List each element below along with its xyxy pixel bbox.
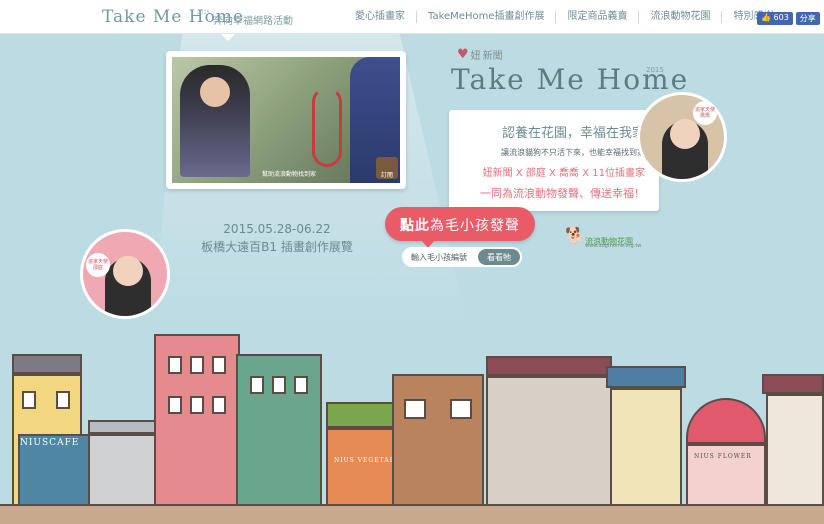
girl-face (200, 77, 230, 107)
site-tagline: 奔向幸福網路活動 (213, 16, 293, 27)
news-brand: ♥ 妞 新聞 (457, 47, 503, 62)
person-face (113, 256, 143, 286)
nav-item-animal-garden[interactable]: 流浪動物花園 (638, 11, 721, 23)
partner-url: www.dogthome.org.tw (585, 243, 642, 249)
video-thumbnail[interactable]: 幫助流浪動物找到家 訂閱 (172, 57, 400, 183)
campaign-info-card: 認養在花園，幸福在我家 讓流浪貓狗不只活下來，也能幸福找到家 妞新聞 X 邵庭 … (449, 110, 659, 211)
exhibit-info: 2015.05.28-06.22 板橋大遠百B1 插畫創作展覽 (192, 220, 362, 256)
subscribe-button[interactable]: 訂閱 (376, 157, 398, 179)
like-count: 603 (773, 13, 789, 22)
heart-icon: ♥ (457, 47, 469, 62)
roof (88, 420, 160, 434)
look-button[interactable]: 看看牠 (478, 249, 520, 265)
street (0, 504, 824, 524)
window (294, 376, 308, 394)
speak-up-button[interactable]: 點此為毛小孩發聲 (385, 207, 535, 241)
roof (12, 354, 82, 374)
roof (486, 356, 612, 376)
bubble-highlight: 點此 (400, 218, 430, 234)
exhibit-place: 板橋大遠百B1 插畫創作展覽 (201, 240, 353, 254)
window (168, 396, 182, 414)
info-collab: 妞新聞 X 邵庭 X 喬喬 X 11位插畫家 (482, 168, 645, 179)
roof (606, 366, 686, 388)
info-headline: 認養在花園，幸福在我家 (501, 126, 645, 141)
leash-rope (312, 87, 342, 167)
window (450, 399, 472, 419)
info-call: 一同為流浪動物發聲、傳送幸福！ (480, 187, 645, 200)
window (250, 376, 264, 394)
window (168, 356, 182, 374)
bubble-rest: 為毛小孩發聲 (430, 218, 520, 234)
person-face (670, 119, 700, 149)
spokesperson-badge-left: 追家天使 邵庭 (86, 253, 110, 277)
window (212, 396, 226, 414)
video-player[interactable]: 幫助流浪動物找到家 訂閱 (166, 51, 406, 189)
roof (762, 374, 824, 394)
window (56, 391, 70, 409)
campaign-year: 2015 (646, 66, 664, 74)
window (190, 356, 204, 374)
facebook-share-button[interactable]: 分享 (795, 12, 820, 25)
facebook-buttons: 👍 603 分享 (757, 12, 820, 25)
facebook-like-button[interactable]: 👍 603 (757, 12, 793, 25)
dog-icon: 🐕 (565, 226, 585, 245)
info-subline: 讓流浪貓狗不只活下來，也能幸福找到家 (501, 148, 645, 157)
logo-year: 2015 (197, 10, 210, 16)
window (22, 391, 36, 409)
building (392, 374, 484, 524)
spokesperson-badge-top: 追家天使 喬喬 (693, 101, 717, 125)
window (190, 396, 204, 414)
nav-item-charity-sale[interactable]: 限定商品義賣 (555, 11, 638, 23)
cafe-sign: NIUSCAFE (20, 438, 80, 448)
dome-roof (686, 398, 766, 444)
town-illustration: NIUSCAFE NIUS VEGETABLE NIUS FLOWER (0, 330, 824, 524)
news-label: 新聞 (482, 51, 503, 62)
window (212, 356, 226, 374)
video-caption: 幫助流浪動物找到家 (262, 171, 317, 178)
main-nav: 愛心插畫家 TakeMeHome插畫創作展 限定商品義賣 流浪動物花園 特別感謝 (344, 11, 784, 23)
brand-mark: 妞 (470, 51, 481, 62)
nav-item-exhibition[interactable]: TakeMeHome插畫創作展 (416, 11, 555, 23)
building (486, 376, 612, 524)
window (404, 399, 426, 419)
flower-sign: NIUS FLOWER (694, 453, 752, 460)
exhibit-dates: 2015.05.28-06.22 (223, 222, 331, 236)
window (272, 376, 286, 394)
top-nav-bar: Take Me Home 2015 奔向幸福網路活動 愛心插畫家 TakeMeH… (0, 0, 824, 34)
nav-item-illustrators[interactable]: 愛心插畫家 (344, 11, 416, 23)
